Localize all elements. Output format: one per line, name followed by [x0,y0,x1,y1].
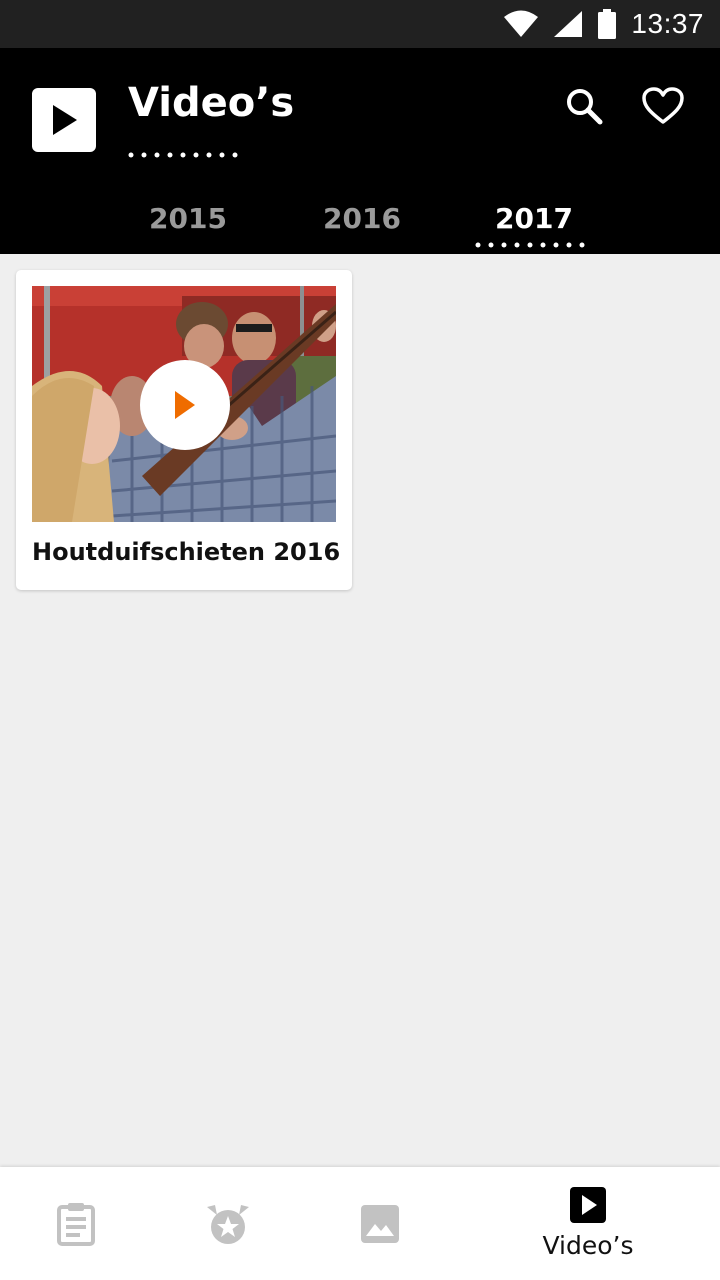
video-card[interactable]: Houtduifschieten 2016 [16,270,352,590]
nav-item-photos[interactable] [290,1167,470,1280]
wifi-icon [504,10,539,37]
app-logo [32,88,96,152]
cell-signal-icon [554,11,583,37]
tab-2016[interactable]: 2016 [292,196,432,254]
status-time: 13:37 [631,8,704,39]
play-icon [53,105,77,135]
status-bar: 13:37 [0,0,720,48]
image-icon [361,1204,399,1243]
bottom-navigation: Video’s [0,1167,720,1280]
tab-2015[interactable]: 2015 [118,196,258,254]
favorites-button[interactable] [641,84,685,128]
search-button[interactable] [562,84,606,128]
video-title[interactable]: Houtduifschieten 2016 [32,538,340,566]
tab-label: 2015 [149,202,227,235]
video-thumbnail[interactable] [32,286,336,522]
heart-icon [642,87,684,124]
clipboard-icon [57,1202,95,1246]
status-icons: 13:37 [503,8,704,40]
app-bar: Video’s 2015 2016 2017 [0,48,720,254]
nav-item-videos[interactable]: Video’s [498,1167,678,1280]
tab-label: 2017 [495,202,573,235]
battery-icon [598,9,617,39]
star-badge-icon [207,1204,249,1244]
tab-indicator-dots [475,242,585,248]
play-circle-icon [175,391,195,419]
tab-2017[interactable]: 2017 [464,196,604,254]
tab-label: 2016 [323,202,401,235]
title-underline-dots [128,152,238,158]
search-icon [567,89,603,125]
page-title: Video’s [128,80,295,126]
year-tabs: 2015 2016 2017 [0,196,720,254]
nav-label-videos: Video’s [542,1231,634,1260]
video-play-icon [570,1187,606,1223]
play-button[interactable] [140,360,230,450]
